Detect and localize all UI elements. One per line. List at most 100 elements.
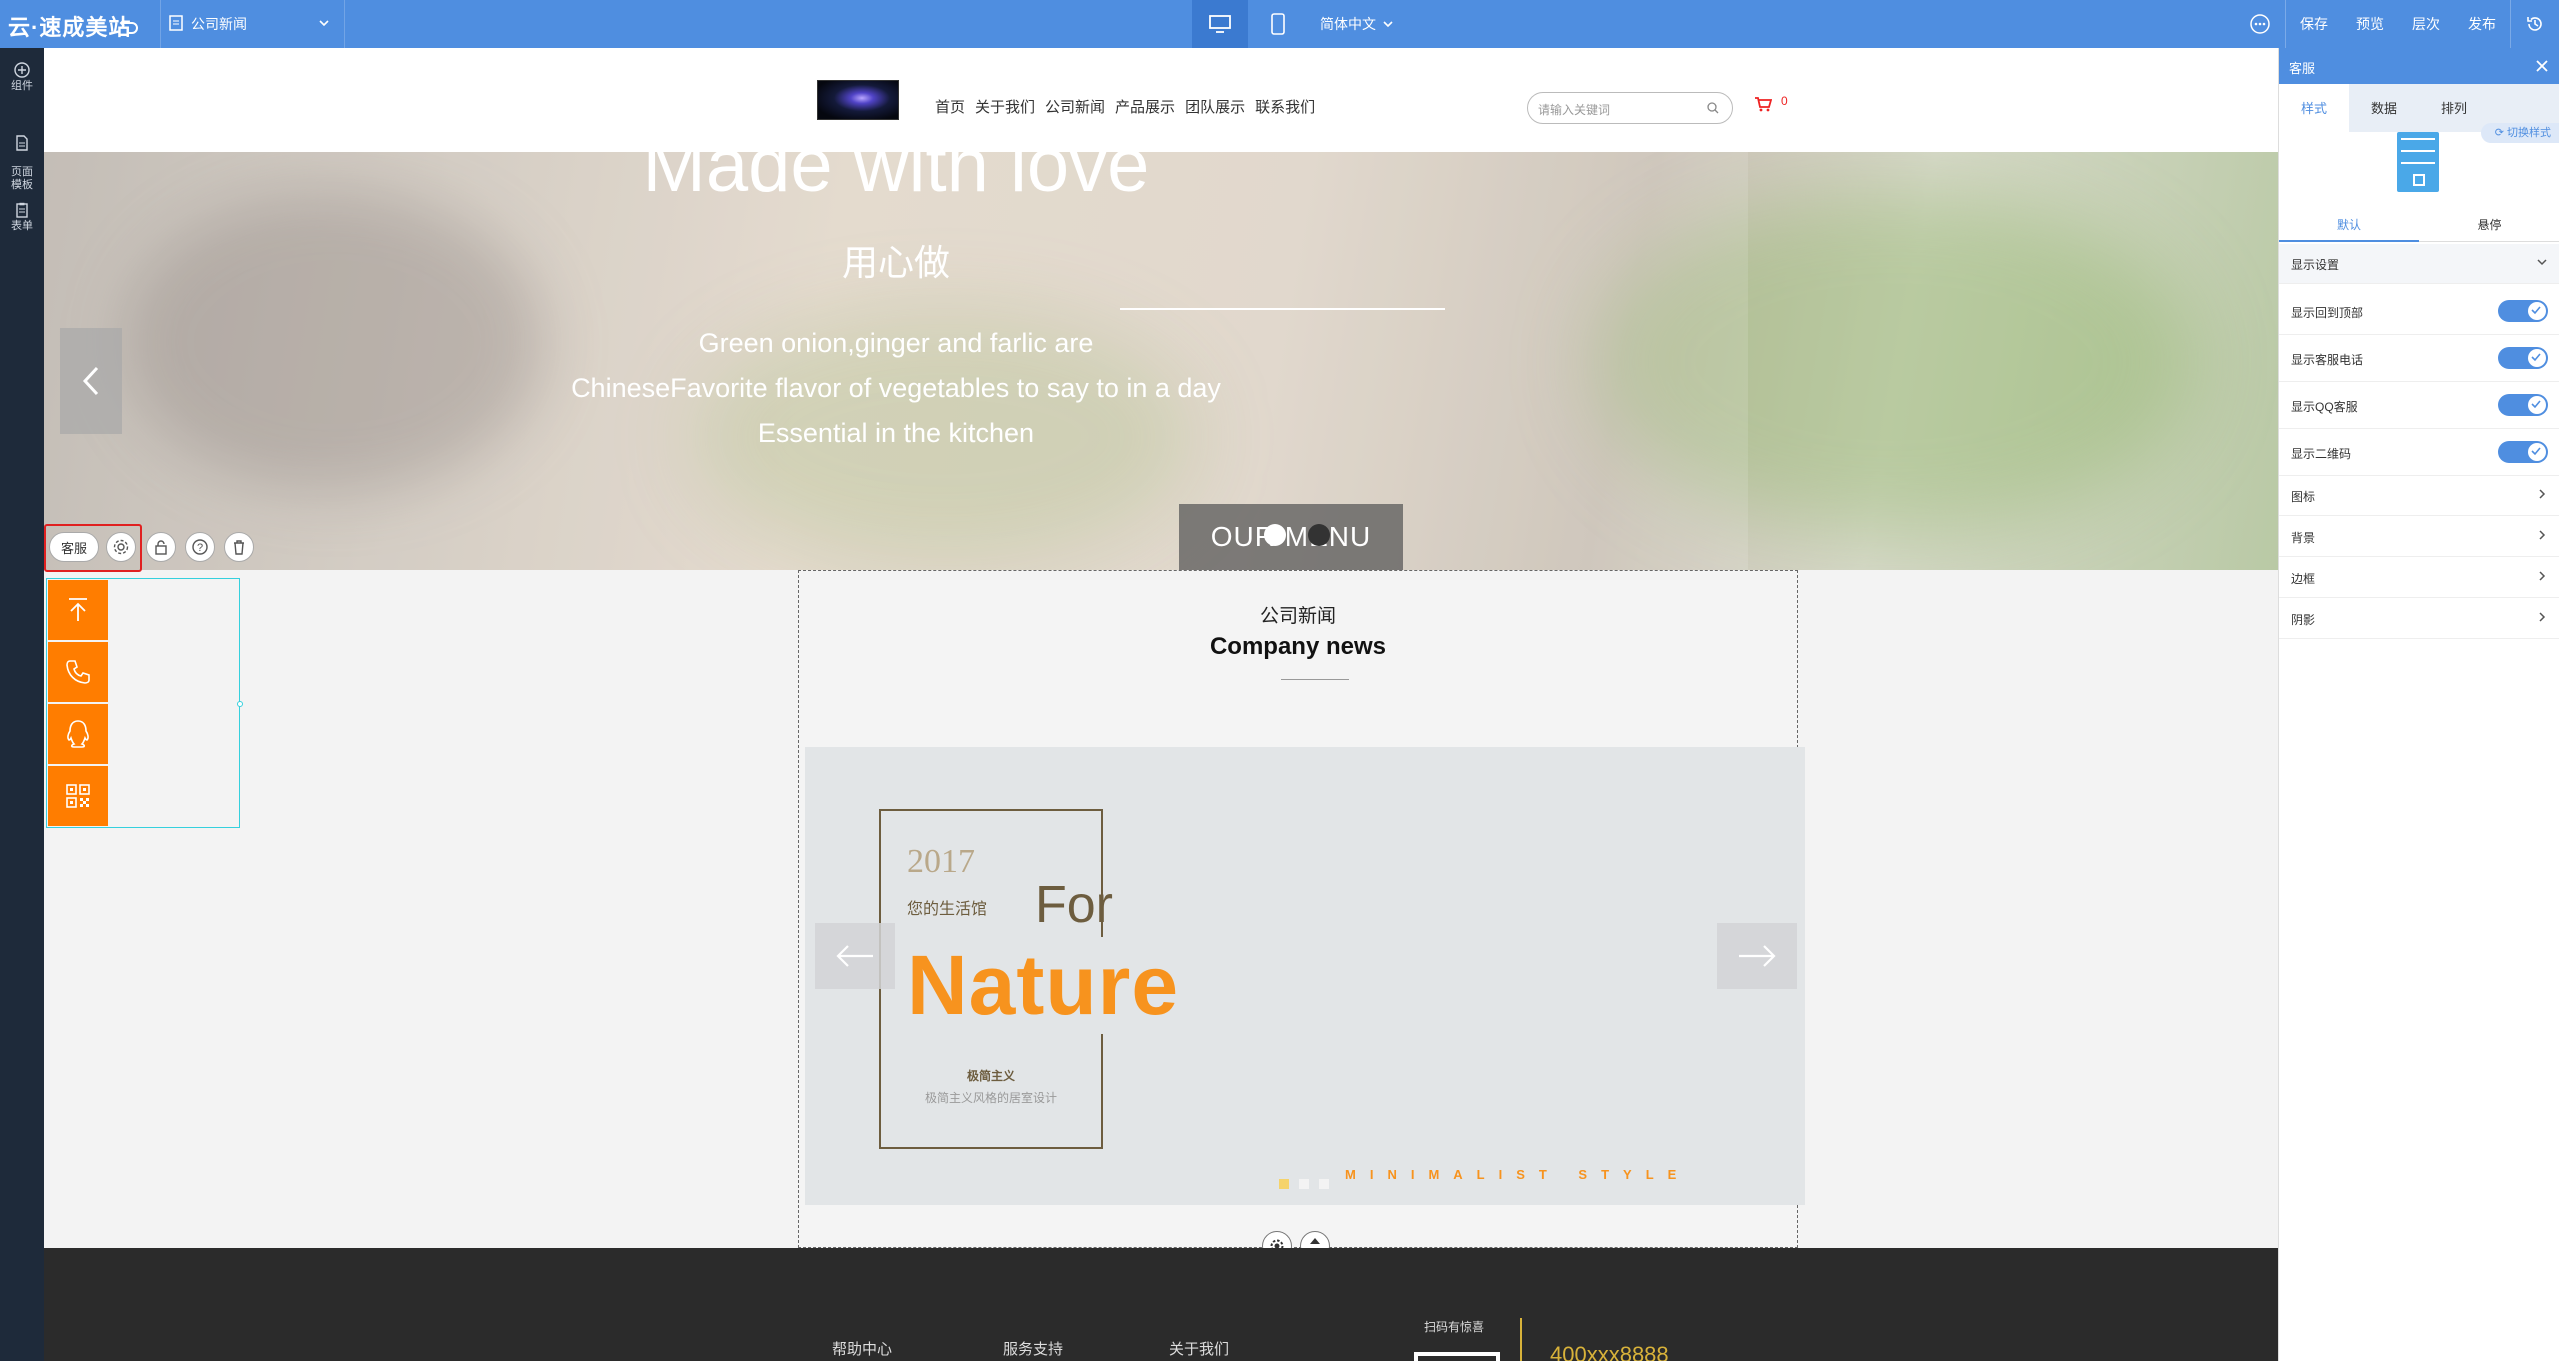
close-icon[interactable] xyxy=(2534,58,2550,74)
history-button[interactable] xyxy=(2511,0,2559,48)
footer-col-about[interactable]: 关于我们 xyxy=(1169,1338,1229,1359)
history-icon xyxy=(2527,17,2542,31)
page-selector[interactable]: 公司新闻 xyxy=(160,0,345,48)
news-title-cn: 公司新闻 xyxy=(1259,606,1336,627)
nav-item-news[interactable]: 公司新闻 xyxy=(1045,96,1105,117)
sidebar-item-forms[interactable]: 表单 xyxy=(0,202,44,233)
widget-label-chip[interactable]: 客服 xyxy=(49,532,99,562)
gear-icon xyxy=(113,539,129,555)
hero-prev-button[interactable] xyxy=(60,328,122,434)
footer-col-help[interactable]: 帮助中心 xyxy=(832,1338,892,1359)
hero-dot[interactable] xyxy=(1308,524,1330,546)
panel-header: 客服 xyxy=(2279,48,2559,84)
news-title-en: Company news xyxy=(1209,633,1387,660)
sidebar-item-label: 组件 xyxy=(11,80,33,92)
slider-dot[interactable] xyxy=(1319,1179,1329,1189)
toggle-qq[interactable] xyxy=(2498,394,2548,416)
qrcode-button[interactable] xyxy=(48,766,108,826)
chevron-right-icon xyxy=(2539,530,2546,540)
nav-item-about[interactable]: 关于我们 xyxy=(975,96,1035,117)
more-button[interactable] xyxy=(2235,0,2285,48)
sidebar-item-page-templates[interactable]: 页面 模板 xyxy=(0,122,44,192)
toggle-qrcode[interactable] xyxy=(2498,441,2548,463)
slide-subtitle: 您的生活馆 xyxy=(907,901,988,918)
undo-icon[interactable] xyxy=(118,12,142,36)
desktop-icon xyxy=(1209,15,1231,33)
publish-button[interactable]: 发布 xyxy=(2454,0,2510,48)
slider-dot-active[interactable] xyxy=(1279,1179,1289,1189)
page-icon xyxy=(169,14,183,34)
preview-button[interactable]: 预览 xyxy=(2342,0,2398,48)
widget-delete-button[interactable] xyxy=(224,532,254,562)
slider-prev-button[interactable] xyxy=(815,923,895,989)
tab-default[interactable]: 默认 xyxy=(2279,208,2419,242)
tab-hover[interactable]: 悬停 xyxy=(2419,208,2559,242)
group-label: 背景 xyxy=(2291,531,2316,545)
nav-item-contact[interactable]: 联系我们 xyxy=(1255,96,1315,117)
hero-dot-active[interactable] xyxy=(1264,524,1286,546)
news-section[interactable]: 公司新闻 Company news 2017 您的生活馆 For Nature … xyxy=(798,570,1805,1248)
footer-divider xyxy=(1520,1318,1522,1361)
more-icon xyxy=(2250,14,2270,34)
sidebar-item-components[interactable]: 组件 xyxy=(0,62,44,93)
qq-service-button[interactable] xyxy=(48,704,108,764)
news-divider xyxy=(1281,679,1349,680)
tab-arrange[interactable]: 排列 xyxy=(2419,84,2489,132)
mobile-view-button[interactable] xyxy=(1250,0,1306,48)
widget-lock-button[interactable] xyxy=(146,532,176,562)
group-icon[interactable]: 图标 xyxy=(2279,476,2559,516)
switch-style-button[interactable]: ⟳ 切换样式 xyxy=(2480,123,2559,143)
cart-icon[interactable] xyxy=(1754,96,1772,112)
resize-handle[interactable] xyxy=(237,701,243,707)
chevron-down-icon xyxy=(2537,259,2547,266)
slide-minimal-title: 极简主义 xyxy=(966,1069,1015,1083)
footer-col-support[interactable]: 服务支持 xyxy=(1003,1338,1063,1359)
group-shadow[interactable]: 阴影 xyxy=(2279,599,2559,639)
slide-minimal-desc: 极简主义风格的居室设计 xyxy=(924,1091,1057,1105)
back-to-top-button[interactable] xyxy=(48,580,108,640)
hero-line: Green onion,ginger and farlic are xyxy=(698,328,1094,358)
language-selector[interactable]: 简体中文 xyxy=(1320,0,1394,48)
toggle-label: 显示QQ客服 xyxy=(2291,400,2358,414)
hero-banner: Made with love 用心做 Green onion,ginger an… xyxy=(44,152,2278,570)
chevron-right-icon xyxy=(2539,489,2546,499)
toggle-phone[interactable] xyxy=(2498,347,2548,369)
save-button[interactable]: 保存 xyxy=(2286,0,2342,48)
layers-button[interactable]: 层次 xyxy=(2398,0,2454,48)
nav-item-home[interactable]: 首页 xyxy=(935,96,965,117)
toggle-label: 显示二维码 xyxy=(2291,447,2352,461)
toolbar-actions: 保存 预览 层次 发布 xyxy=(2235,0,2559,48)
hero-title: Made with love xyxy=(642,152,1150,208)
tab-data[interactable]: 数据 xyxy=(2349,84,2419,132)
nav-item-products[interactable]: 产品展示 xyxy=(1115,96,1175,117)
site-search-input[interactable]: 请输入关键词 xyxy=(1527,92,1733,124)
page-icon xyxy=(16,135,28,151)
slide-year: 2017 xyxy=(907,843,975,880)
toggle-row-qrcode: 显示二维码 xyxy=(2279,429,2559,476)
widget-help-button[interactable]: ? xyxy=(185,532,215,562)
toggle-back-to-top[interactable] xyxy=(2498,300,2548,322)
trash-icon xyxy=(234,540,244,555)
nav-item-team[interactable]: 团队展示 xyxy=(1185,96,1245,117)
app-logo: 云·速成美站 xyxy=(8,15,132,40)
phone-button[interactable] xyxy=(48,642,108,702)
desktop-view-button[interactable] xyxy=(1192,0,1248,48)
chevron-down-icon xyxy=(318,16,330,32)
slider-next-button[interactable] xyxy=(1717,923,1797,989)
check-icon xyxy=(2531,306,2541,315)
slider-dot[interactable] xyxy=(1299,1179,1309,1189)
hero-divider xyxy=(1120,308,1445,310)
group-label: 边框 xyxy=(2291,572,2316,586)
style-preview-thumbnail[interactable] xyxy=(2397,132,2439,192)
group-border[interactable]: 边框 xyxy=(2279,558,2559,598)
chevron-left-icon xyxy=(82,366,99,396)
check-icon xyxy=(2531,353,2541,362)
tab-style[interactable]: 样式 xyxy=(2279,84,2349,132)
site-logo[interactable] xyxy=(817,80,899,120)
group-background[interactable]: 背景 xyxy=(2279,517,2559,557)
qrcode-icon xyxy=(66,784,90,808)
our-menu-button[interactable]: OUR MENU xyxy=(1179,504,1403,570)
widget-settings-button[interactable] xyxy=(106,532,136,562)
display-settings-header[interactable]: 显示设置 xyxy=(2279,244,2559,284)
top-toolbar: 云·速成美站 公司新闻 简体中文 保存 预览 层次 发布 xyxy=(0,0,2559,48)
